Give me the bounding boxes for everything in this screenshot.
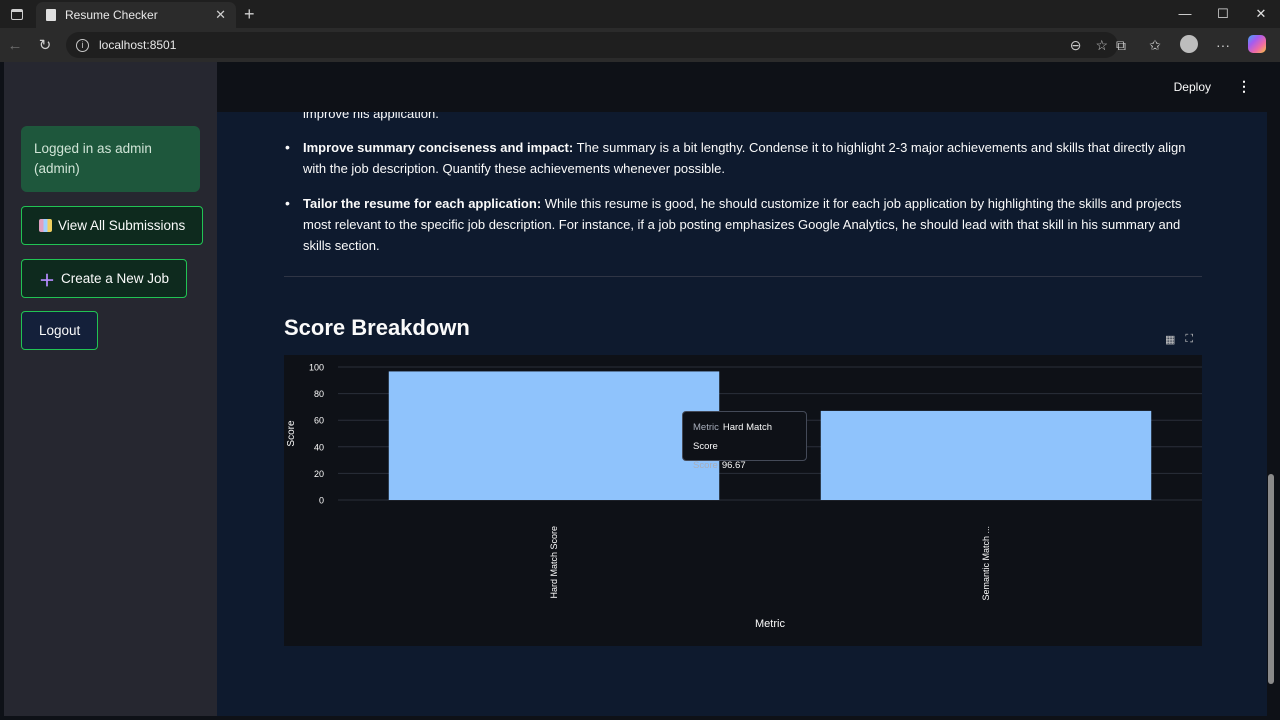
more-menu-icon[interactable]: ···	[1206, 37, 1240, 53]
x-axis-label: Metric	[755, 618, 785, 630]
view-all-submissions-button[interactable]: View All Submissions	[21, 206, 204, 245]
reader-icon[interactable]: ⊖	[1070, 37, 1082, 54]
create-new-job-button[interactable]: ＋ Create a New Job	[21, 259, 188, 298]
main-menu-icon[interactable]: ⋮	[1237, 78, 1251, 95]
suggestions-list: Improve summary conciseness and impact: …	[283, 137, 1203, 270]
score-chart[interactable]: 0 20 40 60 80 100 Hard Match Score Semantic Mat…	[284, 355, 1202, 646]
new-tab-icon[interactable]: +	[244, 4, 255, 25]
x-tick-label: Hard Match Score	[549, 526, 559, 599]
bar	[388, 371, 720, 500]
button-label: View All Submissions	[58, 218, 186, 233]
y-tick-label: 0	[319, 496, 324, 506]
plus-icon: ＋	[39, 272, 56, 290]
y-axis-label: Score	[286, 420, 297, 447]
back-icon[interactable]: ←	[0, 37, 30, 54]
bar-chart-icon	[39, 219, 52, 232]
browser-navbar: ← ↻ i localhost:8501 ⊖ ☆	[0, 28, 1280, 62]
button-label: Logout	[39, 323, 81, 338]
y-tick-label: 80	[314, 389, 324, 399]
page-scrollbar[interactable]	[1268, 474, 1274, 684]
window-controls: — ☐ ✕	[1166, 0, 1280, 28]
y-tick-label: 20	[314, 469, 324, 479]
address-bar[interactable]: i localhost:8501 ⊖ ☆	[66, 32, 1118, 58]
list-item: Improve summary conciseness and impact: …	[283, 137, 1203, 179]
suggestion-heading: Improve summary conciseness and impact:	[303, 140, 574, 155]
y-tick-label: 40	[314, 442, 324, 452]
y-tick-label: 100	[309, 363, 324, 373]
minimize-icon[interactable]: —	[1166, 0, 1204, 28]
maximize-icon[interactable]: ☐	[1204, 0, 1242, 28]
fullscreen-icon[interactable]: ⛶	[1185, 333, 1193, 346]
tooltip-score-key: Score	[693, 460, 718, 471]
suggestion-heading: Tailor the resume for each application:	[303, 196, 542, 211]
list-item: Tailor the resume for each application: …	[283, 193, 1203, 256]
url-text: localhost:8501	[99, 38, 177, 52]
close-tab-icon[interactable]: ✕	[215, 7, 226, 23]
extensions-icon[interactable]: ⧉	[1104, 37, 1138, 54]
table-view-icon[interactable]: ▦	[1165, 333, 1175, 346]
browser-tabbar: Resume Checker ✕ + — ☐ ✕	[0, 0, 1280, 28]
main-content: improve his application. Deploy ⋮ Improv…	[217, 62, 1267, 716]
bar	[820, 410, 1152, 500]
login-status-alert: Logged in as admin (admin)	[21, 126, 200, 192]
reload-icon[interactable]: ↻	[30, 36, 60, 54]
profile-icon[interactable]	[1172, 34, 1206, 56]
logout-button[interactable]: Logout	[21, 311, 99, 350]
page-icon	[46, 9, 56, 21]
browser-toolbar: ⧉ ✩ ···	[1104, 28, 1274, 62]
tooltip-metric-key: Metric	[693, 422, 719, 433]
x-tick-label: Semantic Match ...	[981, 526, 991, 601]
close-window-icon[interactable]: ✕	[1242, 0, 1280, 28]
tab-title: Resume Checker	[65, 8, 158, 22]
copilot-icon[interactable]	[1240, 34, 1274, 56]
chart-toolbar: ▦ ⛶	[1165, 333, 1193, 346]
chart-tooltip: Metric Hard Match Score Score 96.67	[682, 411, 807, 471]
browser-tab[interactable]: Resume Checker ✕	[36, 2, 236, 28]
sidebar: Logged in as admin (admin) View All Subm…	[4, 62, 217, 716]
deploy-button[interactable]: Deploy	[1174, 80, 1211, 94]
y-tick-label: 60	[314, 416, 324, 426]
divider	[284, 276, 1202, 277]
button-label: Create a New Job	[61, 271, 170, 286]
favorites-icon[interactable]: ✩	[1138, 37, 1172, 54]
site-info-icon[interactable]: i	[76, 38, 89, 52]
section-title: Score Breakdown	[284, 315, 470, 340]
tooltip-score-value: 96.67	[721, 460, 746, 471]
chart-svg: 0 20 40 60 80 100 Hard Match Score Semantic Mat…	[286, 363, 1202, 630]
tab-actions-icon[interactable]	[0, 0, 34, 28]
app-header: Deploy ⋮	[217, 62, 1267, 112]
